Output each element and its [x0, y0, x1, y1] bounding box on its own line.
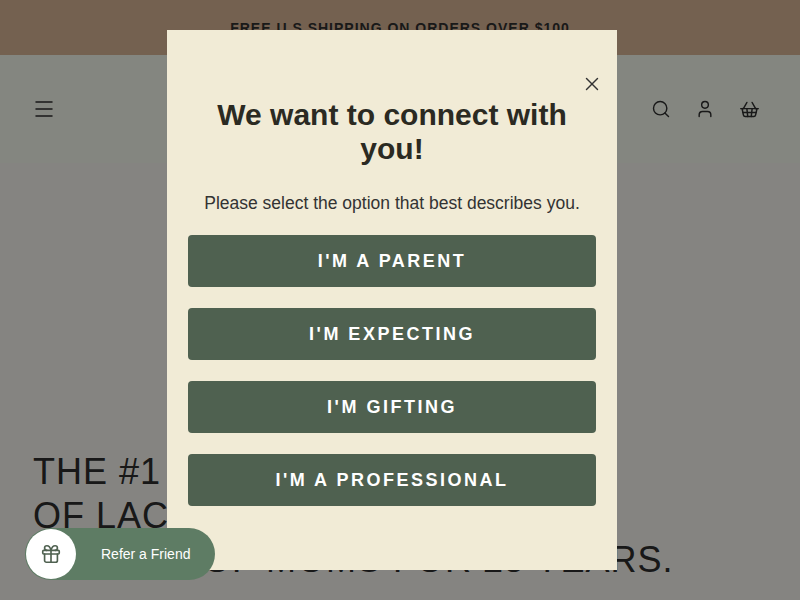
- modal-title: We want to connect with you!: [188, 98, 596, 166]
- connect-modal: We want to connect with you! Please selec…: [167, 30, 617, 570]
- close-icon[interactable]: [581, 73, 603, 95]
- page: FREE U.S SHIPPING ON ORDERS OVER $100THE…: [0, 0, 800, 600]
- option-button[interactable]: I'M A PARENT: [188, 235, 596, 287]
- option-button[interactable]: I'M GIFTING: [188, 381, 596, 433]
- close-button[interactable]: [581, 73, 603, 95]
- refer-label: Refer a Friend: [101, 546, 190, 562]
- modal-subtitle: Please select the option that best descr…: [204, 192, 580, 214]
- option-button[interactable]: I'M EXPECTING: [188, 308, 596, 360]
- option-list: I'M A PARENT I'M EXPECTING I'M GIFTING I'M …: [188, 235, 596, 506]
- option-button[interactable]: I'M A PROFESSIONAL: [188, 454, 596, 506]
- refer-badge: [26, 529, 76, 579]
- gift-icon: [40, 543, 62, 565]
- refer-button[interactable]: Refer a Friend: [25, 528, 215, 580]
